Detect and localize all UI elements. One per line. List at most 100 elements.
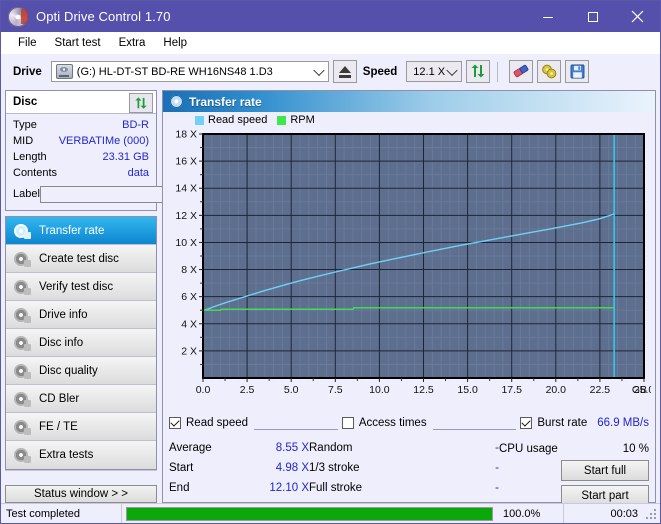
speed-select[interactable]: 12.1 X	[406, 61, 462, 82]
sidebar: Disc Type BD-R MID VERB	[5, 90, 157, 503]
stat-cpu-usage: CPU usage 10 %	[499, 438, 649, 460]
legend-label-rpm: RPM	[290, 114, 314, 126]
disc-test-icon	[170, 95, 183, 108]
svg-text:17.5: 17.5	[501, 384, 522, 396]
stat-key: End	[169, 482, 189, 494]
eject-button[interactable]	[333, 60, 357, 83]
window-controls	[525, 1, 660, 32]
stats-column-cpu: CPU usage 10 % Start full Start part	[499, 438, 649, 498]
eraser-icon	[513, 64, 530, 79]
drive-icon	[56, 64, 73, 79]
drive-select[interactable]: (G:) HL-DT-ST BD-RE WH16NS48 1.D3	[51, 61, 329, 82]
refresh-icon	[134, 97, 148, 110]
sidebar-item-label: Create test disc	[39, 253, 119, 265]
svg-text:20.0: 20.0	[546, 384, 567, 396]
minimize-icon[interactable]	[525, 1, 570, 32]
drive-label: Drive	[13, 66, 42, 78]
sidebar-item-drive-info[interactable]: Drive info	[6, 301, 156, 329]
checkbox-read-speed[interactable]: Read speed	[169, 417, 248, 429]
speed-select-value: 12.1 X	[413, 66, 445, 78]
svg-text:4 X: 4 X	[181, 318, 197, 330]
menu-item-start-test[interactable]: Start test	[46, 35, 110, 51]
disc-test-icon	[13, 251, 31, 267]
menu-item-file[interactable]: File	[9, 35, 46, 51]
checkbox-label: Read speed	[186, 417, 248, 429]
status-window-button[interactable]: Status window > >	[5, 485, 157, 503]
sidebar-item-extra-tests[interactable]: Extra tests	[6, 441, 156, 469]
erase-button[interactable]	[509, 60, 533, 83]
sidebar-item-create-test-disc[interactable]: Create test disc	[6, 245, 156, 273]
disc-row-key: Contents	[13, 167, 57, 179]
sidebar-item-label: Transfer rate	[39, 225, 104, 237]
disc-row-type: Type BD-R	[13, 117, 149, 133]
disc-test-icon	[13, 279, 31, 295]
svg-text:2.5: 2.5	[240, 384, 255, 396]
svg-text:10 X: 10 X	[175, 237, 197, 249]
disc-row-value: 23.31 GB	[103, 151, 149, 163]
disc-row-value: data	[128, 167, 149, 179]
menu-item-help[interactable]: Help	[154, 35, 196, 51]
stat-key: CPU usage	[499, 443, 558, 455]
sidebar-item-disc-quality[interactable]: Disc quality	[6, 357, 156, 385]
disc-refresh-button[interactable]	[129, 93, 153, 113]
sidebar-item-cd-bler[interactable]: CD Bler	[6, 385, 156, 413]
svg-text:6 X: 6 X	[181, 291, 197, 303]
sidebar-item-transfer-rate[interactable]: Transfer rate	[6, 217, 156, 245]
stat-key: Full stroke	[309, 482, 362, 494]
sidebar-spacer	[5, 470, 157, 481]
window-title: Opti Drive Control 1.70	[36, 9, 171, 24]
disc-panel-header: Disc	[6, 91, 156, 114]
disc-panel-title: Disc	[13, 96, 37, 108]
disc-label-row: Label	[13, 183, 149, 205]
cpu-and-buttons: CPU usage 10 % Start full Start part	[499, 438, 649, 506]
disc-row-value: VERBATIMe (000)	[59, 135, 149, 147]
checkbox-burst-rate[interactable]: Burst rate	[520, 417, 587, 429]
svg-text:14 X: 14 X	[175, 183, 197, 195]
disc-row-length: Length 23.31 GB	[13, 149, 149, 165]
disc-tools-button[interactable]	[537, 60, 561, 83]
refresh-icon	[470, 64, 486, 79]
speed-label: Speed	[363, 66, 398, 78]
disc-test-icon	[13, 391, 31, 407]
stats-column-access: Random - 1/3 stroke - Full stroke -	[309, 438, 499, 498]
stat-full-stroke: Full stroke -	[309, 478, 499, 498]
resize-grip[interactable]	[644, 507, 657, 520]
menu-item-extra[interactable]: Extra	[110, 35, 155, 51]
elapsed-time: 00:03	[564, 508, 644, 520]
svg-text:10.0: 10.0	[369, 384, 390, 396]
stats-area: Average 8.55 X Start 4.98 X End 12.10 X …	[163, 434, 655, 502]
stat-average: Average 8.55 X	[169, 438, 309, 458]
sidebar-item-disc-info[interactable]: Disc info	[6, 329, 156, 357]
disc-row-value: BD-R	[122, 119, 149, 131]
stat-value: 8.55 X	[276, 442, 309, 454]
disc-info-rows: Type BD-R MID VERBATIMe (000) Length 23.…	[6, 114, 156, 210]
legend-swatch-read-speed	[195, 116, 204, 125]
disc-test-icon	[13, 419, 31, 435]
refresh-button[interactable]	[466, 60, 490, 83]
main-panel: Transfer rate Read speed RPM 2 X4 X6 X8 …	[162, 90, 656, 503]
close-icon[interactable]	[615, 1, 660, 32]
checkbox-access-times[interactable]: Access times	[342, 417, 427, 429]
sidebar-item-label: Disc info	[39, 337, 83, 349]
maximize-icon[interactable]	[570, 1, 615, 32]
disc-row-contents: Contents data	[13, 165, 149, 181]
disc-row-key: MID	[13, 135, 33, 147]
sidebar-item-fe-te[interactable]: FE / TE	[6, 413, 156, 441]
save-button[interactable]	[565, 60, 589, 83]
toolbar-divider	[497, 62, 498, 82]
stat-start: Start 4.98 X	[169, 458, 309, 478]
disc-test-icon	[13, 363, 31, 379]
stat-value: 10 %	[623, 443, 649, 455]
start-full-button[interactable]: Start full	[561, 460, 649, 481]
disc-test-icon	[13, 447, 31, 463]
disc-panel: Disc Type BD-R MID VERB	[5, 90, 157, 211]
svg-text:16 X: 16 X	[175, 156, 197, 168]
sidebar-item-label: CD Bler	[39, 393, 79, 405]
svg-text:18 X: 18 X	[175, 129, 197, 141]
stat-end: End 12.10 X	[169, 478, 309, 498]
sidebar-item-verify-test-disc[interactable]: Verify test disc	[6, 273, 156, 301]
drive-select-value: (G:) HL-DT-ST BD-RE WH16NS48 1.D3	[77, 66, 273, 78]
checkbox-box	[520, 417, 532, 429]
legend-label-read-speed: Read speed	[208, 114, 267, 126]
checkbox-box	[169, 417, 181, 429]
